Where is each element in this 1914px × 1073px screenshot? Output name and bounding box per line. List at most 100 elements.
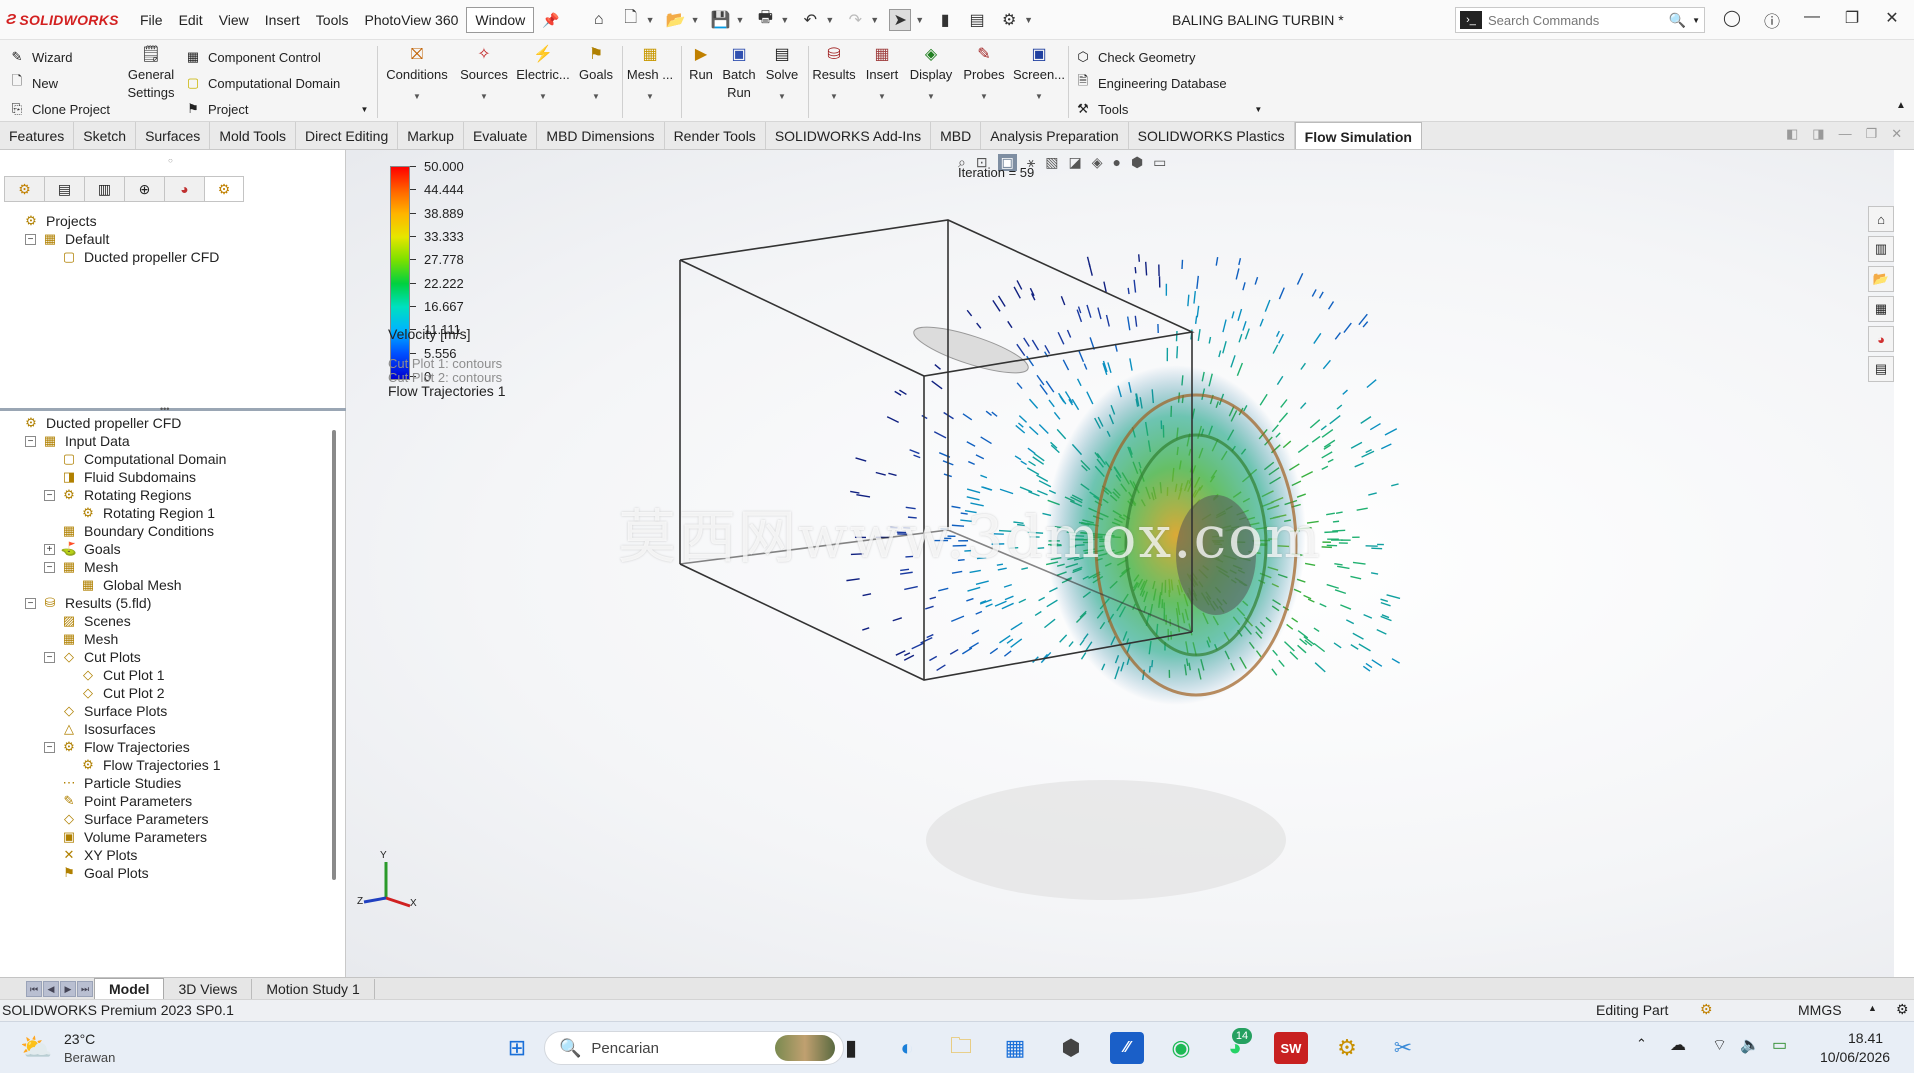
weather-icon[interactable]: ⛅ xyxy=(20,1032,52,1063)
search-commands-field[interactable]: ›_ Search Commands 🔍 ▼ xyxy=(1455,7,1705,33)
tab-3d-views[interactable]: 3D Views xyxy=(164,978,253,999)
start-menu-icon[interactable]: ⊞ xyxy=(500,1032,534,1064)
redo-icon[interactable]: ↷ xyxy=(844,9,866,31)
weather-temp[interactable]: 23°C xyxy=(64,1031,95,1047)
display-button[interactable]: ◈ Display ▼ xyxy=(906,44,956,106)
tab-mold-tools[interactable]: Mold Tools xyxy=(210,122,296,149)
tab-sketch[interactable]: Sketch xyxy=(74,122,137,149)
collapse-ribbon-icon[interactable]: ▲ xyxy=(1896,100,1906,111)
tools-button[interactable]: ⚒ Tools ▼ xyxy=(1074,96,1262,122)
conditions-button[interactable]: ⛝ Conditions ▼ xyxy=(383,44,451,106)
menu-window[interactable]: Window xyxy=(466,6,535,33)
weather-desc[interactable]: Berawan xyxy=(64,1050,115,1065)
clock-date[interactable]: 10/06/2026 xyxy=(1820,1049,1890,1065)
undo-icon[interactable]: ↶ xyxy=(799,9,821,31)
app-snip-icon[interactable]: ✂ xyxy=(1386,1032,1420,1064)
next-tab-icon[interactable]: ▶ xyxy=(60,980,76,997)
flow-analysis-tab-icon[interactable]: ⚙ xyxy=(204,176,244,202)
solve-button[interactable]: ▤ Solve ▼ xyxy=(762,44,802,106)
tab-markup[interactable]: Markup xyxy=(398,122,464,149)
insert-button[interactable]: ▦ Insert ▼ xyxy=(862,44,902,106)
tab-surfaces[interactable]: Surfaces xyxy=(136,122,211,149)
taskbar-search[interactable]: 🔍 Pencarian xyxy=(544,1031,844,1065)
display-dropdown-icon[interactable]: ▼ xyxy=(927,88,935,106)
units-dropdown-icon[interactable]: ▲ xyxy=(1868,1003,1877,1013)
panel-splitter[interactable] xyxy=(0,408,346,411)
check-geometry-button[interactable]: ⬡ Check Geometry xyxy=(1074,44,1262,70)
tab-motion-study[interactable]: Motion Study 1 xyxy=(252,978,375,999)
restore-icon[interactable]: ❐ xyxy=(1840,8,1864,28)
tab-features[interactable]: Features xyxy=(0,122,75,149)
display-style-icon[interactable]: ◪ xyxy=(1068,154,1081,171)
tree-toggle-icon[interactable]: − xyxy=(25,435,36,447)
app-blue-icon[interactable]: ⁄⁄ xyxy=(1110,1032,1144,1064)
dimxpert-tab-icon[interactable]: ⊕ xyxy=(124,176,164,202)
tree-item[interactable]: ▢ Ducted propeller CFD xyxy=(44,246,220,268)
display-manager-tab-icon[interactable]: ◕ xyxy=(164,176,204,202)
solidworks-taskbar-icon[interactable]: SW xyxy=(1274,1032,1308,1064)
volume-icon[interactable]: 🔈 xyxy=(1740,1035,1760,1055)
tray-overflow-icon[interactable]: ⌃ xyxy=(1636,1036,1647,1052)
feature-manager-tab-icon[interactable]: ⚙ xyxy=(4,176,44,202)
new-project-button[interactable]: 🗋 New xyxy=(8,70,110,96)
menu-photoview[interactable]: PhotoView 360 xyxy=(356,0,466,40)
batch-run-button[interactable]: ▣ Batch Run xyxy=(720,44,758,102)
solidworks-logo[interactable]: Ƨ SOLIDWORKS xyxy=(6,11,132,28)
electric-button[interactable]: ⚡ Electric... ▼ xyxy=(515,44,571,106)
help-icon[interactable]: ⓘ xyxy=(1760,8,1784,32)
solve-dropdown-icon[interactable]: ▼ xyxy=(778,88,786,106)
select-cursor-icon[interactable]: ➤ xyxy=(889,8,912,31)
goals-button[interactable]: ⚑ Goals ▼ xyxy=(576,44,616,106)
options-dropdown-icon[interactable]: ▼ xyxy=(1024,15,1033,25)
battery-icon[interactable]: ▭ xyxy=(1772,1035,1787,1055)
customize-icon[interactable]: ⚙ xyxy=(1896,1001,1909,1018)
tab-mbd-dimensions[interactable]: MBD Dimensions xyxy=(537,122,665,149)
pin-icon[interactable]: 📌 xyxy=(534,0,567,40)
tab-render-tools[interactable]: Render Tools xyxy=(665,122,766,149)
tree-toggle-icon[interactable]: + xyxy=(44,543,55,555)
tab-flow-simulation[interactable]: Flow Simulation xyxy=(1294,122,1422,149)
menu-view[interactable]: View xyxy=(211,0,257,40)
sources-button[interactable]: ✧ Sources ▼ xyxy=(456,44,512,106)
screen-dropdown-icon[interactable]: ▼ xyxy=(1035,88,1043,106)
probes-dropdown-icon[interactable]: ▼ xyxy=(980,88,988,106)
file-explorer-icon[interactable]: 📂 xyxy=(1868,266,1894,292)
traffic-light-icon[interactable]: ▮ xyxy=(934,9,956,31)
tree-toggle-icon[interactable]: − xyxy=(44,489,55,501)
configuration-manager-tab-icon[interactable]: ▥ xyxy=(84,176,124,202)
apply-scene-icon[interactable]: ⬢ xyxy=(1131,154,1143,171)
graphics-viewport[interactable]: ⌕ ⊡ ▣ ⚹ ▧ ◪ ◈ ● ⬢ ▭ Iteration = 59 50.00… xyxy=(346,150,1894,977)
general-settings-button[interactable]: 🗒 General Settings xyxy=(126,44,176,102)
app-cube-icon[interactable]: ⬢ xyxy=(1054,1032,1088,1064)
tree-toggle-icon[interactable]: − xyxy=(44,561,55,573)
hide-show-icon[interactable]: ◈ xyxy=(1092,154,1103,171)
appearances-icon[interactable]: ◕ xyxy=(1868,326,1894,352)
view-orientation-icon[interactable]: ▧ xyxy=(1045,154,1058,171)
prev-tab-icon[interactable]: ◀ xyxy=(43,980,59,997)
property-manager-tab-icon[interactable]: ▤ xyxy=(44,176,84,202)
tile-right-icon[interactable]: ◨ xyxy=(1812,126,1824,142)
component-control-button[interactable]: ▦ Component Control xyxy=(184,44,368,70)
solidworks-resources-icon[interactable]: ⌂ xyxy=(1868,206,1894,232)
tab-direct-editing[interactable]: Direct Editing xyxy=(296,122,399,149)
open-dropdown-icon[interactable]: ▼ xyxy=(691,15,700,25)
results-button[interactable]: ⛁ Results ▼ xyxy=(810,44,858,106)
app-flow-icon[interactable]: ⚙ xyxy=(1330,1032,1364,1064)
goals-dropdown-icon[interactable]: ▼ xyxy=(592,88,600,106)
mesh-dropdown-icon[interactable]: ▼ xyxy=(646,88,654,106)
results-dropdown-icon[interactable]: ▼ xyxy=(830,88,838,106)
account-icon[interactable]: ◯ xyxy=(1720,8,1744,28)
save-icon[interactable]: 💾 xyxy=(710,9,732,31)
computational-domain-button[interactable]: ▢ Computational Domain xyxy=(184,70,368,96)
search-icon[interactable]: 🔍 xyxy=(1669,12,1686,29)
doc-close-icon[interactable]: ✕ xyxy=(1891,126,1902,142)
tab-evaluate[interactable]: Evaluate xyxy=(464,122,538,149)
tile-left-icon[interactable]: ◧ xyxy=(1786,126,1798,142)
probes-button[interactable]: ✎ Probes ▼ xyxy=(960,44,1008,106)
edit-appearance-icon[interactable]: ● xyxy=(1112,154,1120,171)
project-button[interactable]: ⚑ Project ▼ xyxy=(184,96,368,122)
new-document-icon[interactable]: 🗋 xyxy=(620,9,642,31)
sources-dropdown-icon[interactable]: ▼ xyxy=(480,88,488,106)
tree-toggle-icon[interactable]: − xyxy=(44,741,55,753)
doc-minimize-icon[interactable]: — xyxy=(1839,126,1852,142)
